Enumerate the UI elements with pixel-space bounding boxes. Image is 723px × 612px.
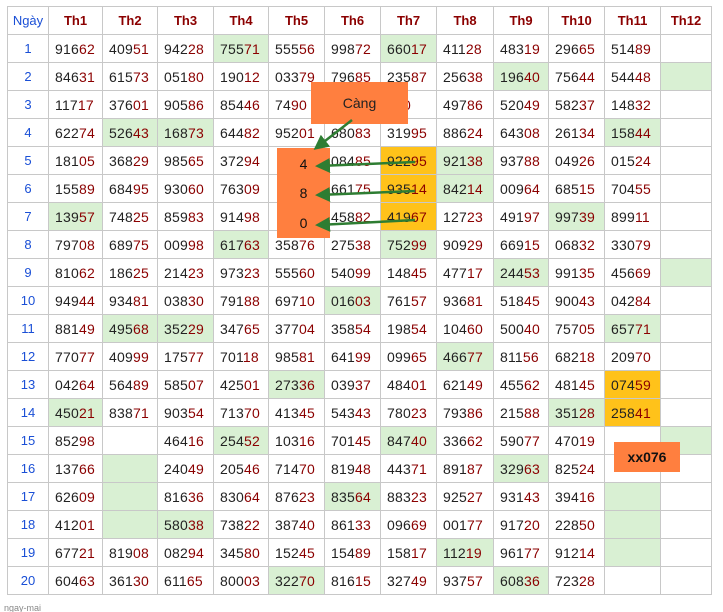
- screenshot-canvas: Ngày Th1 Th2 Th3 Th4 Th5 Th6 Th7 Th8 Th9 Th10 Th11 T…: [0, 0, 723, 612]
- arrow-row7-to-digit: [315, 216, 416, 232]
- footer-url-text: ngay-mai: [4, 603, 42, 612]
- arrow-cang-to-digit: [313, 119, 353, 150]
- arrow-row5-to-digit: [315, 158, 416, 173]
- arrow-row6-to-digit: [315, 187, 416, 202]
- annotation-arrows: [313, 119, 416, 232]
